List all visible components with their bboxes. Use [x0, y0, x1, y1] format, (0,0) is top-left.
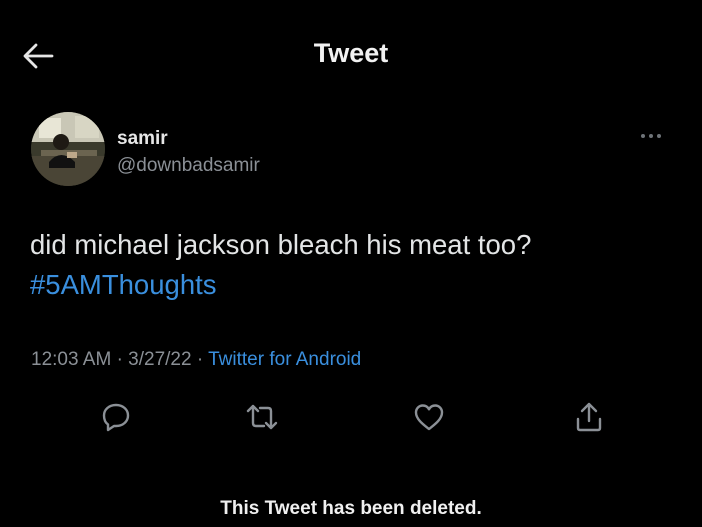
like-button[interactable] — [407, 395, 451, 439]
retweet-button[interactable] — [240, 395, 284, 439]
heart-icon — [414, 404, 444, 431]
page-title: Tweet — [313, 38, 389, 68]
user-handle[interactable]: @downbadsamir — [117, 155, 260, 177]
share-button[interactable] — [567, 395, 611, 439]
more-horizontal-icon — [641, 134, 661, 138]
tweet-date: 3/27/22 — [128, 349, 192, 370]
hashtag-link[interactable]: #5AMThoughts — [30, 265, 680, 305]
avatar-photo — [31, 112, 105, 186]
more-options-button[interactable] — [631, 124, 671, 148]
meta-separator: · — [196, 349, 204, 370]
avatar[interactable] — [31, 112, 105, 186]
tweet-source-link[interactable]: Twitter for Android — [208, 349, 361, 370]
reply-button[interactable] — [94, 395, 138, 439]
tweet-author: samir @downbadsamir — [31, 112, 671, 192]
display-name[interactable]: samir — [117, 128, 168, 150]
tweet-metadata: 12:03 AM · 3/27/22 · Twitter for Android — [31, 349, 361, 371]
reply-icon — [102, 403, 130, 432]
tweet-text: did michael jackson bleach his meat too? — [30, 229, 532, 260]
meta-separator: · — [116, 349, 123, 370]
tweet-body: did michael jackson bleach his meat too?… — [30, 225, 680, 305]
share-icon — [576, 402, 602, 432]
tweet-actions — [0, 395, 702, 445]
top-bar: Tweet — [0, 0, 702, 110]
deleted-notice: This Tweet has been deleted. — [220, 498, 482, 519]
retweet-icon — [246, 404, 278, 430]
tweet-time: 12:03 AM — [31, 349, 112, 370]
